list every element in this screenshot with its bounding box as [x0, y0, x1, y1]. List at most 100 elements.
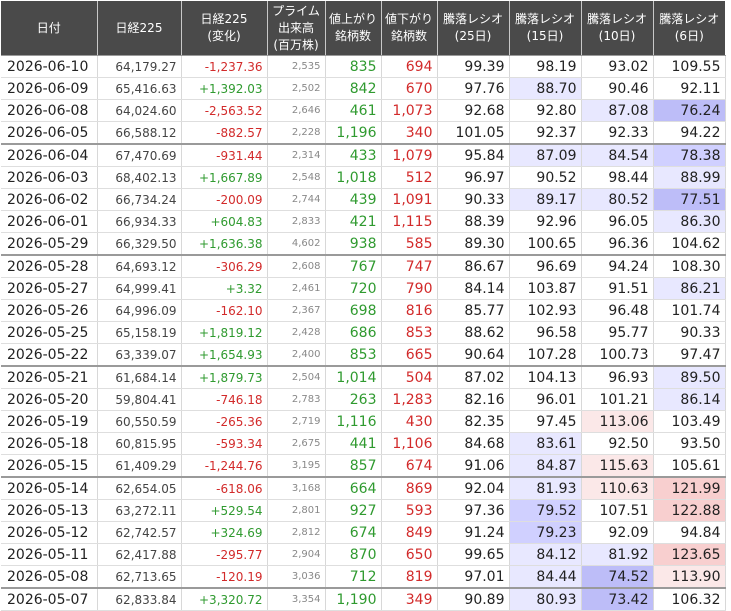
cell-date: 2026-05-22: [1, 343, 98, 367]
cell-declines: 853: [381, 321, 438, 344]
cell-advances: 842: [325, 77, 382, 100]
cell-ratio-10d: 92.09: [581, 521, 654, 544]
cell-date: 2026-06-10: [1, 55, 98, 78]
cell-change: -593.34: [181, 432, 268, 455]
cell-declines: 349: [381, 588, 438, 611]
cell-declines: 504: [381, 366, 438, 389]
table-row: 2026-06-03 68,402.13 +1,667.89 2,548 1,018 51…: [1, 166, 726, 189]
cell-ratio-15d: 103.87: [509, 277, 582, 300]
cell-volume: 2,314: [267, 144, 326, 167]
cell-date: 2026-05-20: [1, 388, 98, 411]
cell-change: +1,879.73: [181, 366, 268, 389]
cell-date: 2026-05-18: [1, 432, 98, 455]
cell-ratio-10d: 84.54: [581, 144, 654, 167]
cell-change: -265.36: [181, 410, 268, 433]
cell-ratio-6d: 109.55: [653, 55, 726, 78]
cell-volume: 2,504: [267, 366, 326, 389]
cell-ratio-15d: 92.37: [509, 121, 582, 145]
cell-ratio-10d: 93.02: [581, 55, 654, 78]
cell-volume: 2,535: [267, 55, 326, 78]
cell-ratio-10d: 100.73: [581, 343, 654, 367]
cell-date: 2026-05-12: [1, 521, 98, 544]
cell-ratio-15d: 84.44: [509, 565, 582, 589]
table-row: 2026-05-14 62,654.05 -618.06 3,168 664 869 92.…: [1, 477, 726, 500]
cell-change: +3.32: [181, 277, 268, 300]
cell-advances: 433: [325, 144, 382, 167]
cell-ratio-25d: 88.62: [437, 321, 510, 344]
cell-volume: 2,461: [267, 277, 326, 300]
cell-ratio-6d: 76.24: [653, 99, 726, 122]
cell-declines: 593: [381, 499, 438, 522]
header-declines-line: 銘柄数: [390, 29, 427, 43]
header-ratio-25d-line: 騰落レシオ: [442, 12, 503, 26]
header-ratio-6d-line: 騰落レシオ: [659, 12, 720, 26]
cell-date: 2026-05-14: [1, 477, 98, 500]
cell-volume: 2,783: [267, 388, 326, 411]
table-row: 2026-06-09 65,416.63 +1,392.03 2,502 842 670 9…: [1, 77, 726, 100]
market-breadth-table-container: 日付 日経225 日経225 (変化) プライム 出来高 (百万株) 値上がり 銘柄数 値下がり銘…: [1, 1, 726, 611]
cell-declines: 1,079: [381, 144, 438, 167]
cell-nikkei225: 66,329.50: [97, 232, 182, 256]
cell-declines: 694: [381, 55, 438, 78]
table-row: 2026-05-13 63,272.11 +529.54 2,801 927 593 97.…: [1, 499, 726, 522]
cell-change: -120.19: [181, 565, 268, 589]
cell-nikkei225: 65,158.19: [97, 321, 182, 344]
cell-nikkei225: 63,339.07: [97, 343, 182, 367]
cell-volume: 2,400: [267, 343, 326, 367]
cell-ratio-25d: 82.16: [437, 388, 510, 411]
cell-ratio-15d: 84.12: [509, 543, 582, 566]
cell-ratio-6d: 88.99: [653, 166, 726, 189]
cell-ratio-6d: 93.50: [653, 432, 726, 455]
header-declines: 値下がり 銘柄数: [381, 1, 438, 56]
cell-change: +1,392.03: [181, 77, 268, 100]
table-row: 2026-05-22 63,339.07 +1,654.93 2,400 853 665 9…: [1, 343, 726, 367]
cell-ratio-10d: 96.05: [581, 210, 654, 233]
cell-date: 2026-05-28: [1, 255, 98, 278]
cell-volume: 3,036: [267, 565, 326, 589]
cell-nikkei225: 66,588.12: [97, 121, 182, 145]
cell-ratio-6d: 94.84: [653, 521, 726, 544]
cell-declines: 1,115: [381, 210, 438, 233]
header-nikkei-change-line: 日経225: [200, 12, 248, 26]
table-header-row: 日付 日経225 日経225 (変化) プライム 出来高 (百万株) 値上がり 銘柄数 値下がり銘…: [1, 1, 725, 56]
cell-change: +1,667.89: [181, 166, 268, 189]
cell-nikkei225: 64,996.09: [97, 299, 182, 322]
cell-date: 2026-05-21: [1, 366, 98, 389]
cell-change: +604.83: [181, 210, 268, 233]
cell-ratio-10d: 87.08: [581, 99, 654, 122]
table-row: 2026-05-19 60,550.59 -265.36 2,719 1,116 430 8…: [1, 410, 726, 433]
table-row: 2026-05-12 62,742.57 +324.69 2,812 674 849 91.…: [1, 521, 726, 544]
cell-advances: 674: [325, 521, 382, 544]
header-ratio-15d-line: 騰落レシオ: [514, 12, 575, 26]
cell-change: +3,320.72: [181, 588, 268, 611]
cell-advances: 835: [325, 55, 382, 78]
cell-change: -2,563.52: [181, 99, 268, 122]
cell-declines: 1,283: [381, 388, 438, 411]
cell-ratio-6d: 123.65: [653, 543, 726, 566]
cell-declines: 340: [381, 121, 438, 145]
cell-ratio-10d: 81.92: [581, 543, 654, 566]
cell-date: 2026-06-08: [1, 99, 98, 122]
cell-ratio-25d: 90.89: [437, 588, 510, 611]
cell-ratio-25d: 101.05: [437, 121, 510, 145]
table-row: 2026-05-26 64,996.09 -162.10 2,367 698 816 85.…: [1, 299, 726, 322]
cell-ratio-6d: 86.21: [653, 277, 726, 300]
header-prime-volume-line: プライム: [272, 3, 320, 18]
cell-change: +529.54: [181, 499, 268, 522]
cell-declines: 869: [381, 477, 438, 500]
table-row: 2026-05-11 62,417.88 -295.77 2,904 870 650 99.…: [1, 543, 726, 566]
cell-ratio-25d: 86.67: [437, 255, 510, 278]
cell-nikkei225: 62,713.65: [97, 565, 182, 589]
cell-date: 2026-05-19: [1, 410, 98, 433]
cell-ratio-6d: 86.14: [653, 388, 726, 411]
cell-date: 2026-05-25: [1, 321, 98, 344]
cell-nikkei225: 66,934.33: [97, 210, 182, 233]
header-advances-line: 値上がり: [328, 12, 377, 26]
cell-ratio-15d: 96.58: [509, 321, 582, 344]
cell-date: 2026-05-27: [1, 277, 98, 300]
cell-declines: 747: [381, 255, 438, 278]
cell-ratio-25d: 99.39: [437, 55, 510, 78]
cell-ratio-6d: 105.61: [653, 454, 726, 478]
table-row: 2026-06-05 66,588.12 -882.57 2,228 1,196 340 1…: [1, 121, 726, 145]
cell-ratio-25d: 84.14: [437, 277, 510, 300]
